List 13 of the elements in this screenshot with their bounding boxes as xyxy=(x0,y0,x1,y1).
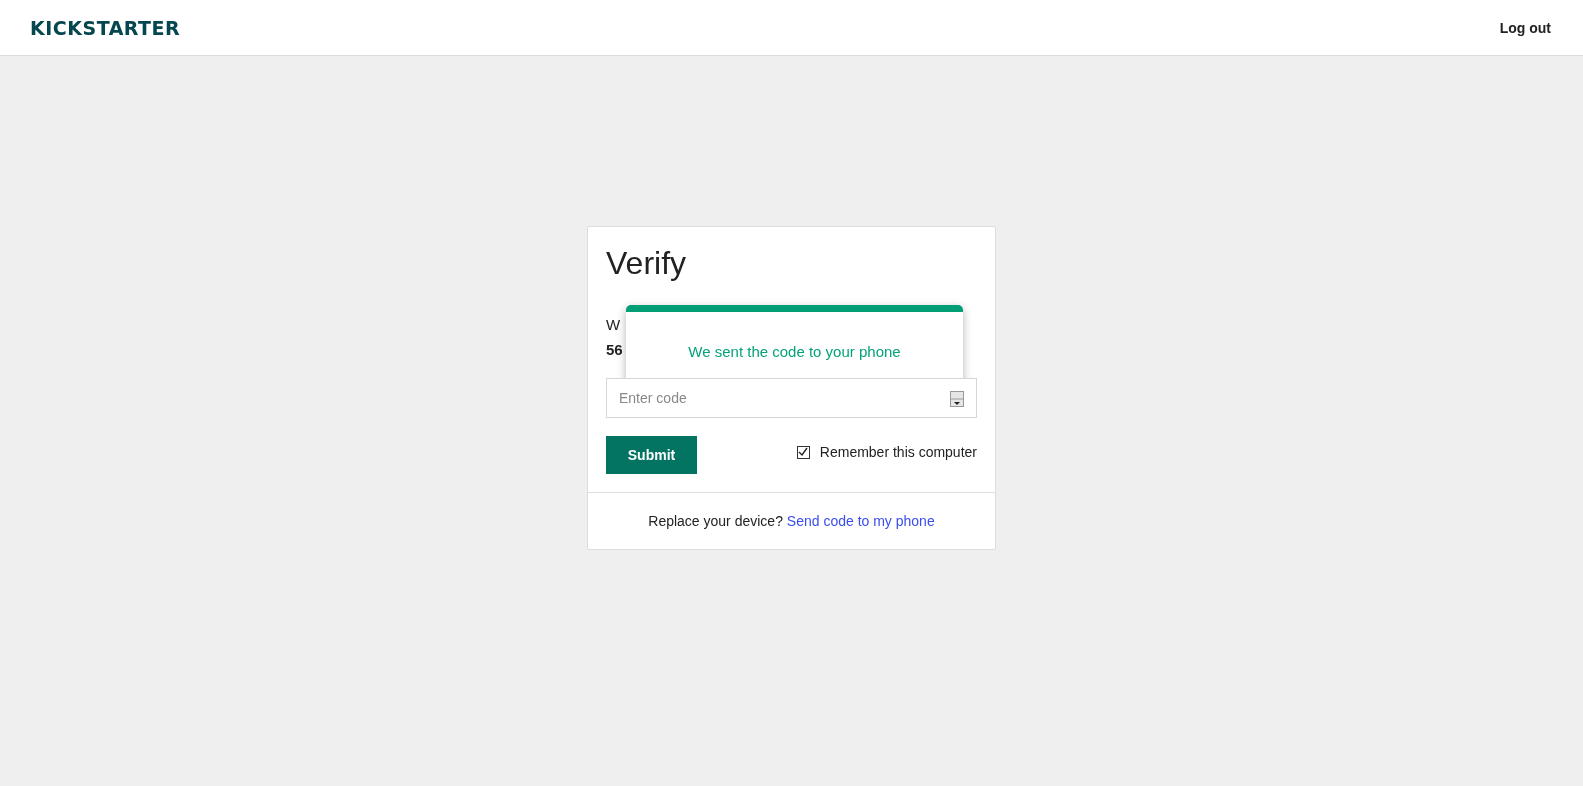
intro-text: W xyxy=(606,316,621,333)
code-field[interactable]: Enter code xyxy=(606,378,977,418)
remember-label: Remember this computer xyxy=(819,444,977,460)
footer-text: Replace your device? xyxy=(648,513,783,529)
logout-link[interactable]: Log out xyxy=(1499,19,1551,36)
submit-button[interactable]: Submit xyxy=(606,436,697,474)
remember-checkbox[interactable] xyxy=(796,445,810,459)
card-title: Verify xyxy=(606,245,688,282)
toast-message: We sent the code to your phone xyxy=(688,342,901,360)
logo[interactable]: KICKSTARTER xyxy=(30,16,181,39)
phone-number: 56 xyxy=(606,341,623,358)
spinner-icon[interactable] xyxy=(950,391,964,407)
send-code-link[interactable]: Send code to my phone xyxy=(786,513,935,529)
